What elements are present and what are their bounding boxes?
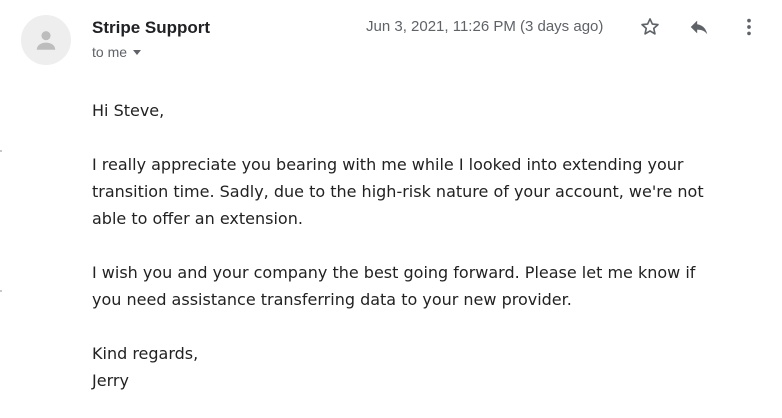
email-view: Stripe Support to me Jun 3, 2021, 11:26 … <box>0 0 782 418</box>
recipient-details-toggle[interactable]: to me <box>92 44 142 60</box>
more-vert-icon <box>747 18 751 36</box>
left-edge-mark <box>0 150 2 152</box>
recipient-label: to me <box>92 44 128 60</box>
left-edge-mark <box>0 290 2 292</box>
more-options-button[interactable] <box>735 13 763 41</box>
signature: Jerry <box>92 371 129 390</box>
greeting: Hi Steve, <box>92 101 165 120</box>
reply-icon <box>690 20 708 35</box>
chevron-down-icon[interactable] <box>133 50 142 55</box>
message-line: able to offer an extension. <box>92 209 303 228</box>
star-button[interactable] <box>636 13 664 41</box>
message-date: Jun 3, 2021, 11:26 PM (3 days ago) <box>366 18 604 35</box>
closing: Kind regards, <box>92 344 199 363</box>
avatar[interactable] <box>21 15 71 65</box>
message-line: I really appreciate you bearing with me … <box>92 155 684 174</box>
reply-button[interactable] <box>685 13 713 41</box>
message-line: I wish you and your company the best goi… <box>92 263 696 282</box>
sender-name: Stripe Support <box>92 18 211 37</box>
person-icon <box>36 31 56 50</box>
message-line: transition time. Sadly, due to the high-… <box>92 182 704 201</box>
message-body: Hi Steve, I really appreciate you bearin… <box>92 97 752 394</box>
star-icon <box>641 18 659 35</box>
message-line: you need assistance transferring data to… <box>92 290 572 309</box>
